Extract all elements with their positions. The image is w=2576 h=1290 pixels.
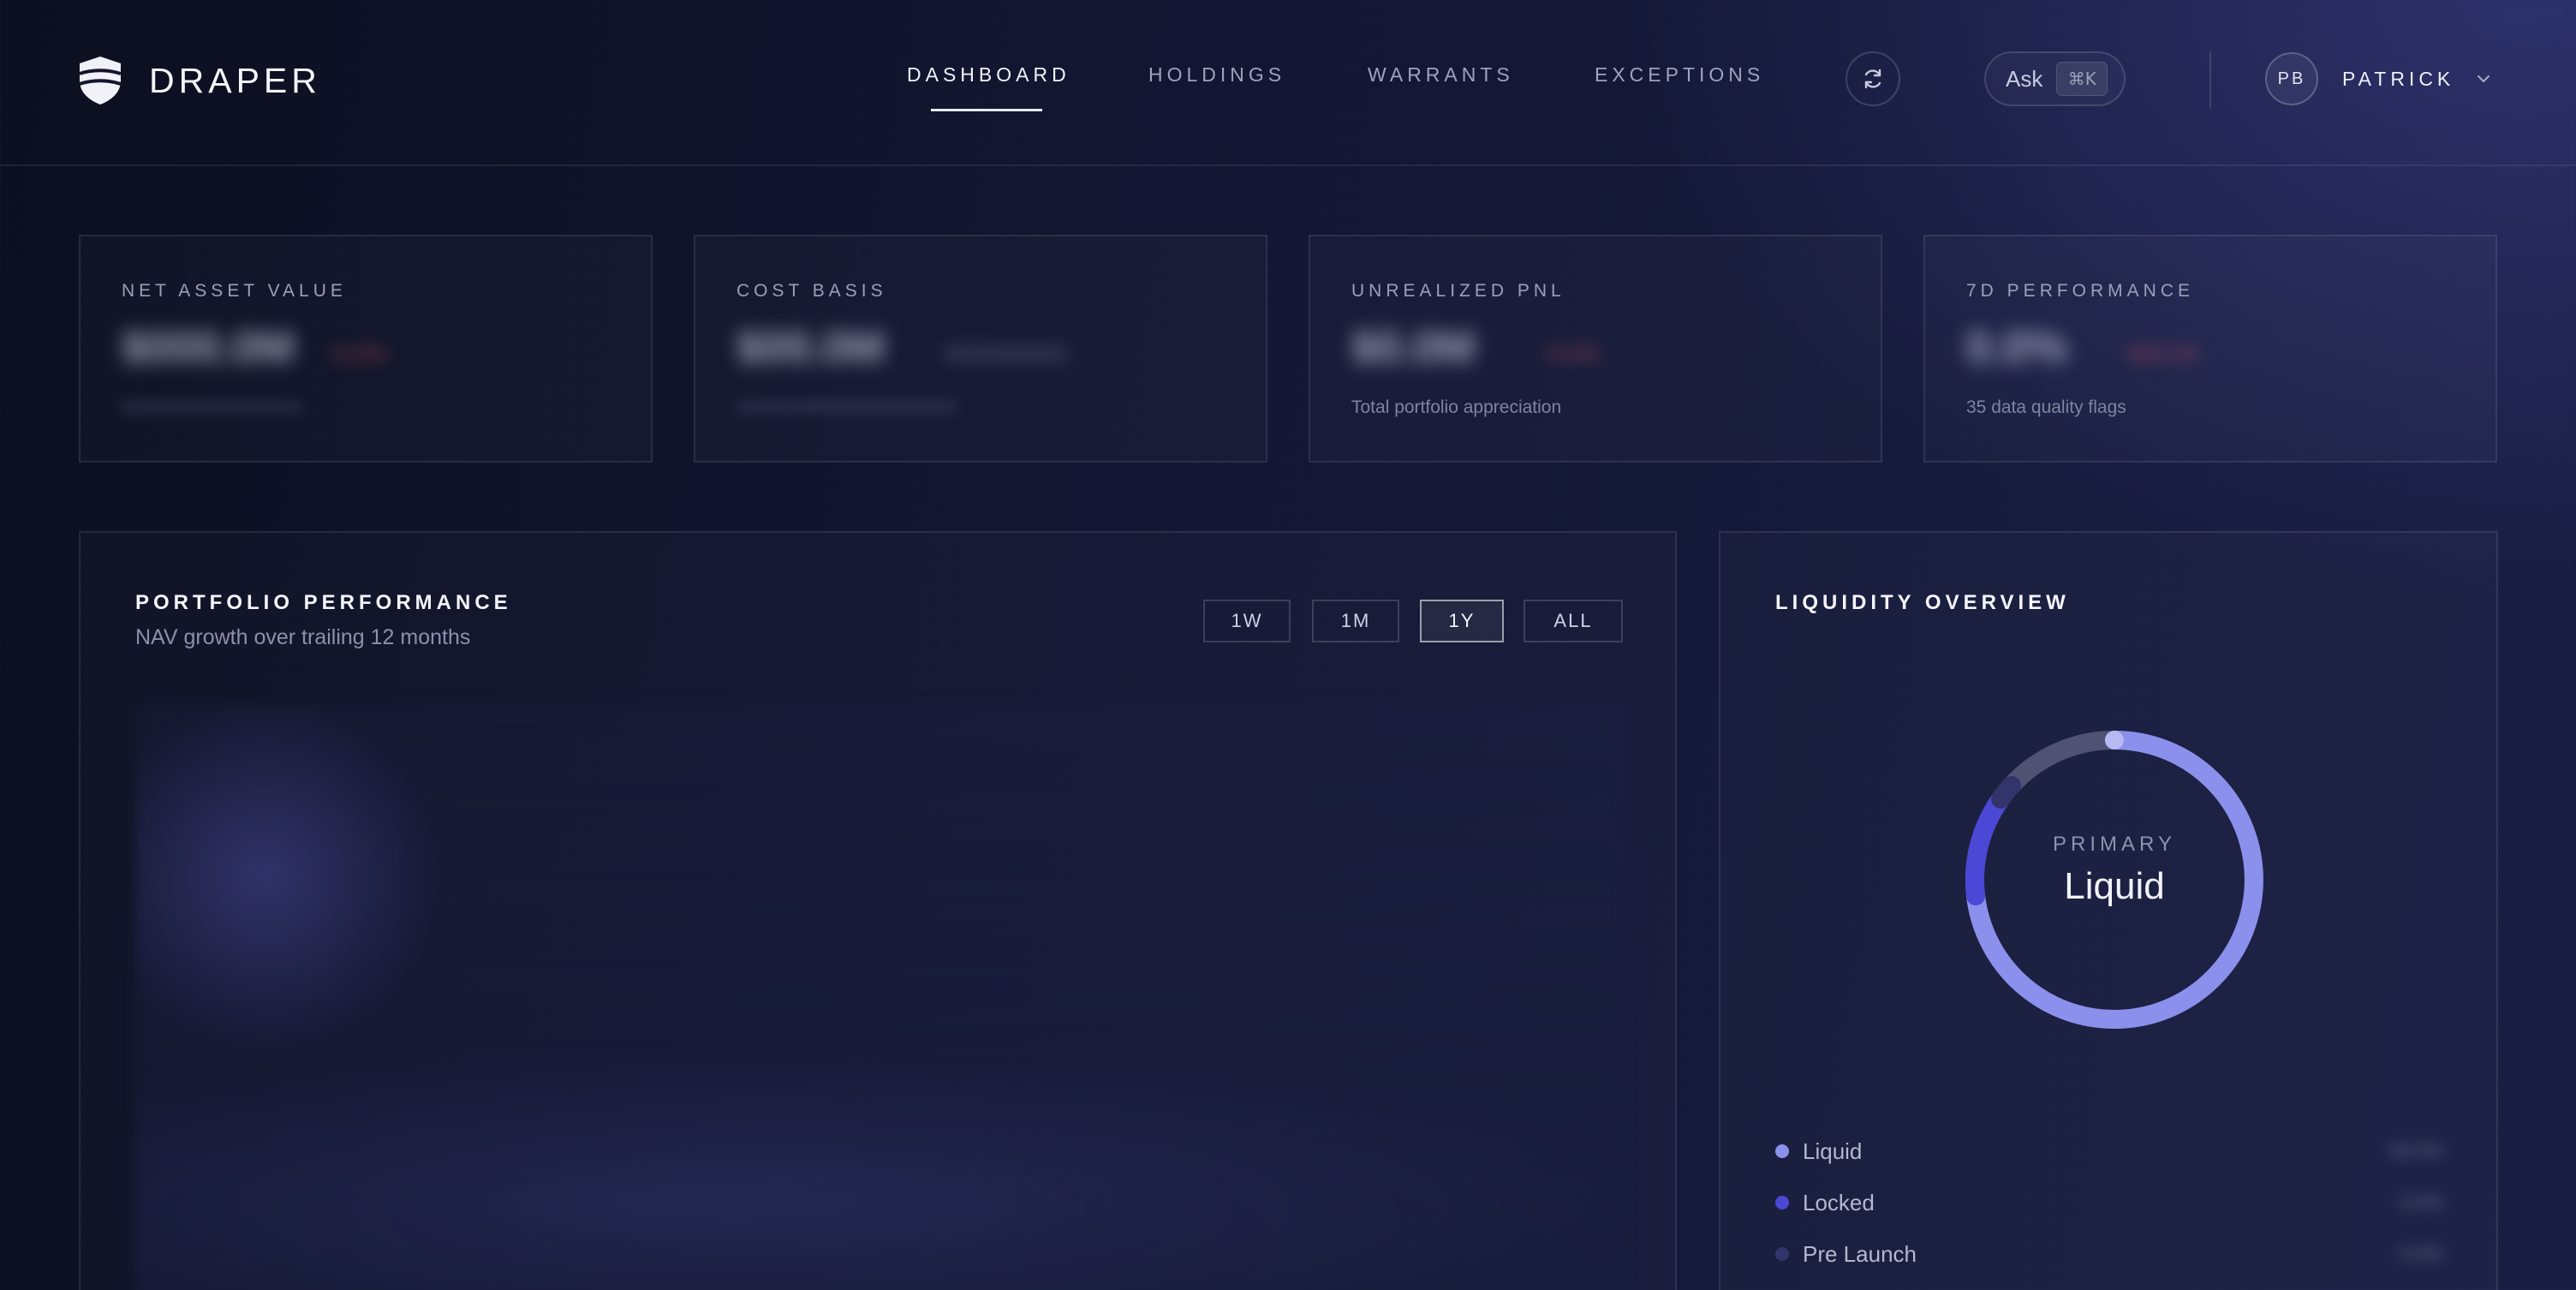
donut-segment-pre-launch xyxy=(1991,776,2021,809)
header-divider xyxy=(2209,51,2211,108)
legend-dot xyxy=(1775,1196,1789,1209)
stat-label: COST BASIS xyxy=(736,281,887,301)
active-tab-indicator xyxy=(931,109,1042,111)
stat-card-7d-performance: 7D PERFORMANCE 0.0% -$00.0K 35 data qual… xyxy=(1923,235,2497,463)
ask-button[interactable]: Ask ⌘K xyxy=(1984,51,2126,106)
stat-value-redacted: $0.0M xyxy=(1351,323,1476,373)
panel-title: PORTFOLIO PERFORMANCE xyxy=(135,591,512,614)
portfolio-performance-panel: PORTFOLIO PERFORMANCE NAV growth over tr… xyxy=(79,531,1677,1290)
stat-delta-redacted: -$00.0K xyxy=(2122,341,2201,367)
legend-value-redacted: 0.0% xyxy=(2400,1243,2443,1264)
tab-dashboard[interactable]: DASHBOARD xyxy=(907,63,1070,87)
stat-label: UNREALIZED PNL xyxy=(1351,281,1565,301)
tab-exceptions[interactable]: EXCEPTIONS xyxy=(1595,63,1764,87)
stat-card-cost-basis: COST BASIS $00.0M 0000000000 00000000000… xyxy=(694,235,1267,463)
avatar: PB xyxy=(2265,52,2318,105)
stat-subtitle-redacted: 0000000000000000000000 xyxy=(736,397,957,417)
stat-value-redacted: 0.0% xyxy=(1966,323,2068,373)
stat-card-net-asset-value: NET ASSET VALUE $000.0M -0.0% 0000000000… xyxy=(79,235,653,463)
user-name: PATRICK xyxy=(2342,67,2455,90)
range-button-all[interactable]: ALL xyxy=(1524,600,1623,642)
stat-subtitle: Total portfolio appreciation xyxy=(1351,397,1562,417)
top-bar: DRAPER DASHBOARD HOLDINGS WARRANTS EXCEP… xyxy=(0,0,2576,166)
legend-dot xyxy=(1775,1144,1789,1158)
stat-card-unrealized-pnl: UNREALIZED PNL $0.0M -0.0% Total portfol… xyxy=(1309,235,1882,463)
range-button-1m[interactable]: 1M xyxy=(1312,600,1399,642)
refresh-icon xyxy=(1864,69,1881,89)
stat-delta-redacted: -0.0% xyxy=(329,341,387,367)
brand-name: DRAPER xyxy=(149,60,321,100)
stat-value-redacted: $00.0M xyxy=(736,323,886,373)
donut-marker xyxy=(2105,731,2124,750)
stat-delta-redacted: 0000000000 xyxy=(944,341,1068,367)
performance-chart-redacted xyxy=(135,704,1625,1290)
stat-subtitle-redacted: 000000000000000000 xyxy=(122,397,302,417)
legend-value-redacted: 00.0% xyxy=(2389,1140,2443,1162)
legend-dot xyxy=(1775,1247,1789,1261)
legend-value-redacted: 0.0% xyxy=(2400,1191,2443,1213)
tab-warrants[interactable]: WARRANTS xyxy=(1368,63,1514,87)
ask-shortcut-badge: ⌘K xyxy=(2056,62,2108,96)
range-button-1y[interactable]: 1Y xyxy=(1420,600,1504,642)
legend-item-liquid[interactable]: Liquid 00.0% xyxy=(1775,1134,2443,1168)
legend-label: Locked xyxy=(1803,1189,1875,1215)
legend-label: Pre Launch xyxy=(1803,1240,1917,1267)
legend-label: Liquid xyxy=(1803,1138,1863,1164)
stat-value-redacted: $000.0M xyxy=(122,323,295,373)
panel-subtitle: NAV growth over trailing 12 months xyxy=(135,625,471,649)
chevron-down-icon xyxy=(2478,75,2490,82)
stat-subtitle: 35 data quality flags xyxy=(1966,397,2126,417)
refresh-button[interactable] xyxy=(1846,51,1900,106)
liquidity-overview-panel: LIQUIDITY OVERVIEW PRIMARY Liquid Liquid… xyxy=(1719,531,2498,1290)
ask-label: Ask xyxy=(2006,65,2043,92)
panel-title: LIQUIDITY OVERVIEW xyxy=(1775,591,2070,614)
user-menu[interactable]: PB PATRICK xyxy=(2265,51,2492,106)
donut-caption: PRIMARY xyxy=(2053,833,2176,856)
range-button-1w[interactable]: 1W xyxy=(1203,600,1291,642)
app-root: DRAPER DASHBOARD HOLDINGS WARRANTS EXCEP… xyxy=(0,0,2576,1290)
legend-item-locked[interactable]: Locked 0.0% xyxy=(1775,1185,2443,1220)
stat-delta-redacted: -0.0% xyxy=(1541,341,1600,367)
legend-item-pre-launch[interactable]: Pre Launch 0.0% xyxy=(1775,1237,2443,1271)
shield-logo-icon xyxy=(79,57,122,105)
stat-label: NET ASSET VALUE xyxy=(122,281,347,301)
tab-holdings[interactable]: HOLDINGS xyxy=(1148,63,1285,87)
stat-label: 7D PERFORMANCE xyxy=(1966,281,2195,301)
brand[interactable]: DRAPER xyxy=(77,53,321,108)
donut-primary-value: Liquid xyxy=(2064,865,2165,907)
